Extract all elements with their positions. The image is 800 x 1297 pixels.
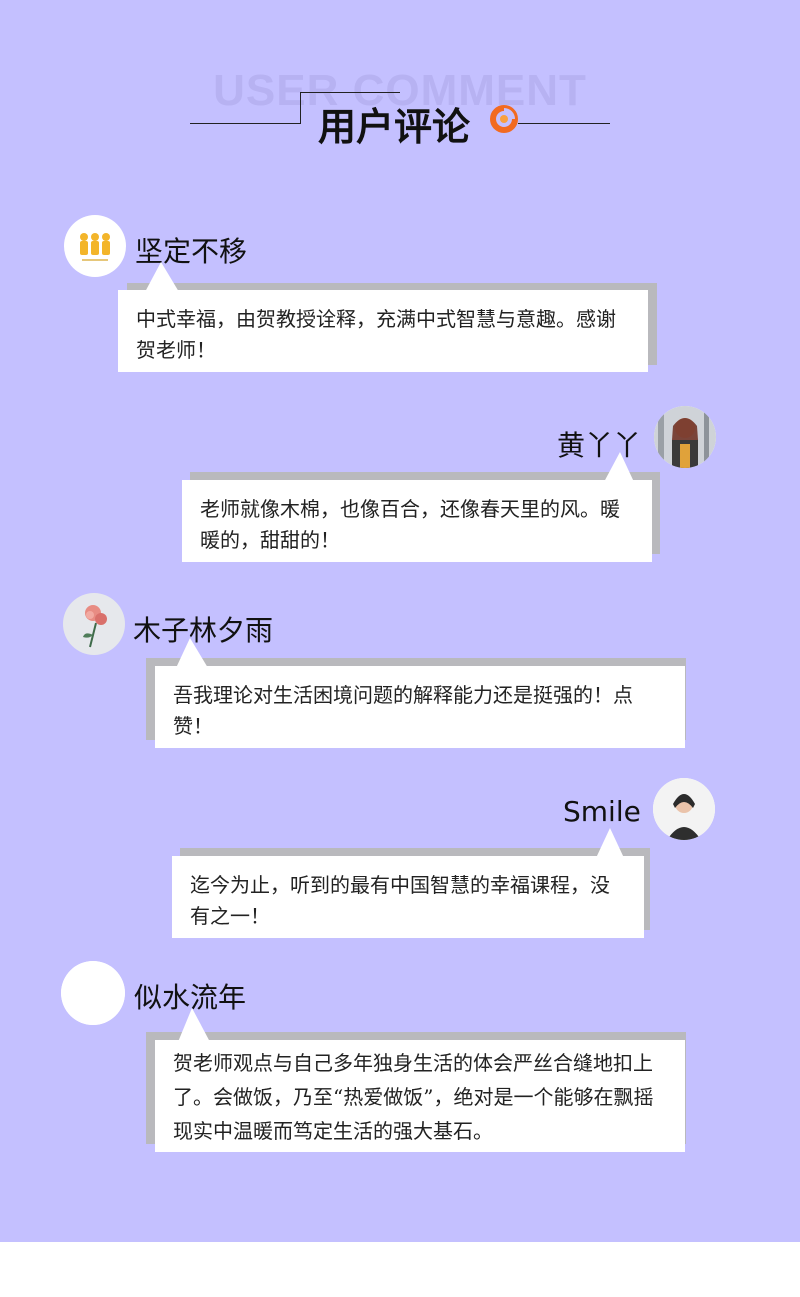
comment-text: 老师就像木棉，也像百合，还像春天里的风。暖暖的，甜甜的！ <box>200 497 620 552</box>
comment-bubble: 迄今为止，听到的最有中国智慧的幸福课程，没有之一！ <box>172 856 644 938</box>
comment-text: 吾我理论对生活困境问题的解释能力还是挺强的！点赞！ <box>173 683 633 738</box>
header-rule-step <box>300 92 301 124</box>
comment-bubble: 老师就像木棉，也像百合，还像春天里的风。暖暖的，甜甜的！ <box>182 480 652 562</box>
header-rule-left <box>190 123 300 124</box>
avatar[interactable] <box>653 778 715 840</box>
avatar-rose-icon <box>83 605 107 648</box>
comment-text: 中式幸福，由贺教授诠释，充满中式智慧与意趣。感谢贺老师！ <box>136 307 616 362</box>
page-title: 用户评论 <box>318 105 471 149</box>
avatar[interactable] <box>61 961 125 1025</box>
bubble-tail <box>176 638 208 668</box>
avatar-woman-photo-icon <box>654 406 716 468</box>
bubble-tail <box>145 262 179 292</box>
avatar-blank-icon <box>61 961 125 1025</box>
bubble-tail <box>596 828 624 858</box>
comment-bubble: 贺老师观点与自己多年独身生活的体会严丝合缝地扣上了。会做饭，乃至“热爱做饭”，绝… <box>155 1040 685 1152</box>
header-rule-right <box>518 123 610 124</box>
brand-logo-icon <box>490 105 518 133</box>
avatar-girl-photo-icon <box>653 778 715 840</box>
header-rule-top <box>300 92 400 93</box>
avatar[interactable] <box>63 593 125 655</box>
avatar[interactable] <box>64 215 126 277</box>
comment-text: 贺老师观点与自己多年独身生活的体会严丝合缝地扣上了。会做饭，乃至“热爱做饭”，绝… <box>173 1051 654 1143</box>
avatar-yellow-figures-icon <box>80 233 110 261</box>
bubble-tail <box>178 1008 210 1042</box>
comment-bubble: 中式幸福，由贺教授诠释，充满中式智慧与意趣。感谢贺老师！ <box>118 290 648 372</box>
comment-text: 迄今为止，听到的最有中国智慧的幸福课程，没有之一！ <box>190 873 610 928</box>
bubble-tail <box>604 452 634 482</box>
avatar[interactable] <box>654 406 716 468</box>
comment-bubble: 吾我理论对生活困境问题的解释能力还是挺强的！点赞！ <box>155 666 685 748</box>
comment-author: Smile <box>563 795 641 828</box>
